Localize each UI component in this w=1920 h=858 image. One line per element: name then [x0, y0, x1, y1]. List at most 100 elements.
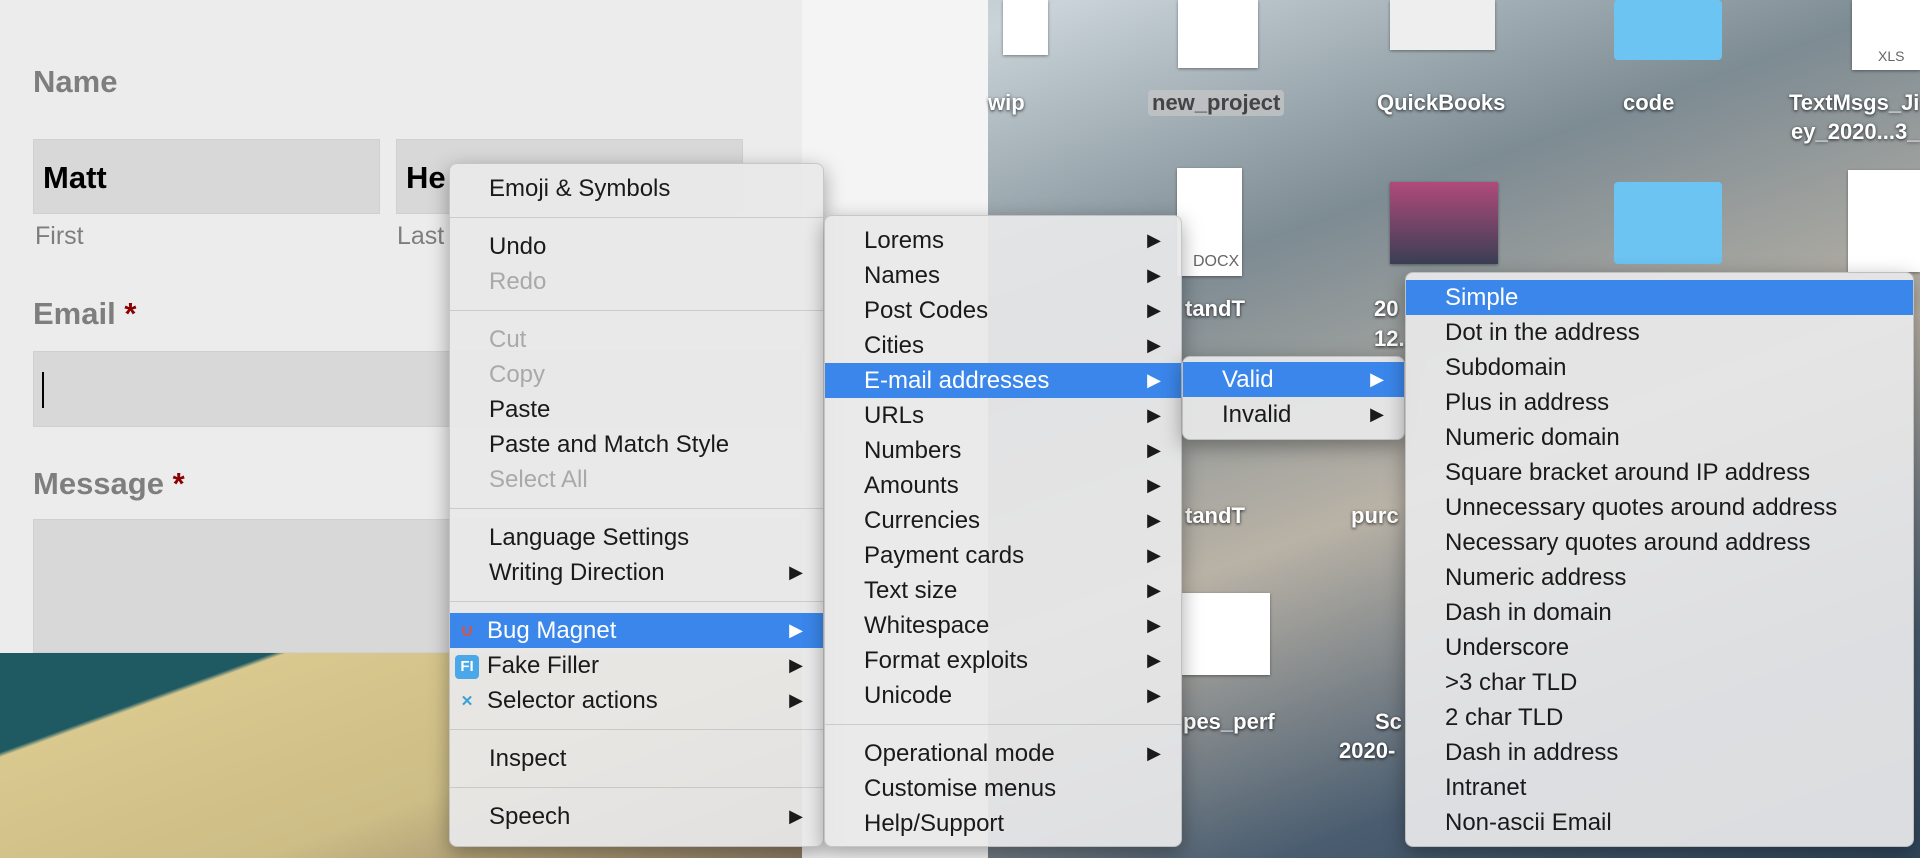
menu-item-customise-menus[interactable]: Customise menus: [825, 771, 1181, 806]
file-icon[interactable]: [1003, 0, 1048, 55]
desktop-label[interactable]: ey_2020...3_: [1791, 119, 1919, 145]
menu-item-format-exploits[interactable]: Format exploits ▶: [825, 643, 1181, 678]
file-icon[interactable]: [1390, 0, 1495, 50]
menu-item-names[interactable]: Names ▶: [825, 258, 1181, 293]
menu-item-bug-magnet[interactable]: U Bug Magnet ▶: [450, 613, 823, 648]
submenu-arrow-icon: ▶: [1147, 650, 1161, 670]
menu-item-redo[interactable]: Redo: [450, 264, 823, 299]
menu-item-post-codes[interactable]: Post Codes ▶: [825, 293, 1181, 328]
menu-item-emoji-symbols[interactable]: Emoji & Symbols: [450, 171, 823, 206]
required-mark: *: [124, 296, 137, 331]
menu-item-subdomain[interactable]: Subdomain: [1406, 350, 1913, 385]
menu-item-numbers[interactable]: Numbers ▶: [825, 433, 1181, 468]
desktop-label[interactable]: new_project: [1148, 90, 1285, 116]
menu-item-simple[interactable]: Simple: [1406, 280, 1913, 315]
desktop-label[interactable]: 2020-: [1339, 738, 1395, 764]
menu-item-label: Dash in address: [1445, 739, 1619, 766]
desktop-label[interactable]: TextMsgs_Ji: [1789, 90, 1919, 116]
menu-item-inspect[interactable]: Inspect: [450, 741, 823, 776]
menu-item-dash-in-address[interactable]: Dash in address: [1406, 735, 1913, 770]
menu-item-label: Speech: [489, 803, 571, 830]
menu-item-numeric-domain[interactable]: Numeric domain: [1406, 420, 1913, 455]
menu-item-plus-in-address[interactable]: Plus in address: [1406, 385, 1913, 420]
menu-item-whitespace[interactable]: Whitespace ▶: [825, 608, 1181, 643]
first-name-input[interactable]: Matt: [33, 139, 380, 214]
menu-item-undo[interactable]: Undo: [450, 229, 823, 264]
desktop-label[interactable]: code: [1623, 90, 1674, 116]
submenu-arrow-icon: ▶: [1147, 405, 1161, 425]
menu-item-amounts[interactable]: Amounts ▶: [825, 468, 1181, 503]
desktop-label[interactable]: wip: [988, 90, 1025, 116]
menu-item-label: Non-ascii Email: [1445, 809, 1612, 836]
menu-item-selector-actions[interactable]: ✕ Selector actions ▶: [450, 683, 823, 718]
message-label: Message: [33, 466, 164, 501]
menu-item-valid[interactable]: Valid ▶: [1183, 362, 1404, 397]
menu-item-language-settings[interactable]: Language Settings: [450, 520, 823, 555]
menu-item-cities[interactable]: Cities ▶: [825, 328, 1181, 363]
desktop-label[interactable]: pes_perf: [1183, 709, 1275, 735]
menu-item-operational-mode[interactable]: Operational mode ▶: [825, 736, 1181, 771]
submenu-arrow-icon: ▶: [1147, 545, 1161, 565]
menu-item-label: Fake Filler: [487, 652, 600, 679]
menu-item-label: Payment cards: [864, 542, 1025, 569]
menu-item-speech[interactable]: Speech ▶: [450, 799, 823, 834]
file-icon[interactable]: [1848, 170, 1920, 272]
desktop-label[interactable]: 12.: [1374, 326, 1405, 352]
desktop-label[interactable]: tandT: [1185, 296, 1245, 322]
menu-item-dot-in-the-address[interactable]: Dot in the address: [1406, 315, 1913, 350]
menu-item-select-all[interactable]: Select All: [450, 462, 823, 497]
menu-item-lorems[interactable]: Lorems ▶: [825, 223, 1181, 258]
file-icon[interactable]: [1182, 593, 1270, 675]
menu-item-label: Amounts: [864, 472, 959, 499]
desktop-label[interactable]: purc: [1351, 503, 1399, 529]
menu-item-underscore[interactable]: Underscore: [1406, 630, 1913, 665]
menu-item-2-char-tld[interactable]: 2 char TLD: [1406, 700, 1913, 735]
menu-item-label: Language Settings: [489, 524, 690, 551]
menu-item-label: Lorems: [864, 227, 945, 254]
menu-item-numeric-address[interactable]: Numeric address: [1406, 560, 1913, 595]
folder-icon[interactable]: [1614, 0, 1722, 60]
file-type-label: XLS: [1878, 48, 1905, 64]
menu-item-label: Cut: [489, 326, 527, 353]
menu-item-payment-cards[interactable]: Payment cards ▶: [825, 538, 1181, 573]
submenu-arrow-icon: ▶: [1370, 404, 1384, 424]
menu-item-intranet[interactable]: Intranet: [1406, 770, 1913, 805]
menu-item-cut[interactable]: Cut: [450, 322, 823, 357]
menu-item-help-support[interactable]: Help/Support: [825, 806, 1181, 841]
menu-item-necessary-quotes-around-address[interactable]: Necessary quotes around address: [1406, 525, 1913, 560]
desktop-label[interactable]: Sc: [1375, 709, 1402, 735]
menu-item-paste-and-match-style[interactable]: Paste and Match Style: [450, 427, 823, 462]
desktop-label[interactable]: tandT: [1185, 503, 1245, 529]
menu-item-unicode[interactable]: Unicode ▶: [825, 678, 1181, 713]
menu-separator: [450, 508, 823, 509]
menu-item-currencies[interactable]: Currencies ▶: [825, 503, 1181, 538]
menu-item-writing-direction[interactable]: Writing Direction ▶: [450, 555, 823, 590]
menu-item-label: Dot in the address: [1445, 319, 1640, 346]
menu-item-unnecessary-quotes-around-address[interactable]: Unnecessary quotes around address: [1406, 490, 1913, 525]
menu-item-text-size[interactable]: Text size ▶: [825, 573, 1181, 608]
menu-item-label: Operational mode: [864, 740, 1055, 767]
photo-file-icon[interactable]: [1390, 182, 1498, 264]
menu-item-square-bracket-around-ip-address[interactable]: Square bracket around IP address: [1406, 455, 1913, 490]
menu-item-fake-filler[interactable]: FI Fake Filler ▶: [450, 648, 823, 683]
fake-filler-icon: FI: [455, 654, 479, 679]
menu-item-3-char-tld[interactable]: >3 char TLD: [1406, 665, 1913, 700]
menu-item-urls[interactable]: URLs ▶: [825, 398, 1181, 433]
menu-item-label: Underscore: [1445, 634, 1570, 661]
menu-item-paste[interactable]: Paste: [450, 392, 823, 427]
menu-item-dash-in-domain[interactable]: Dash in domain: [1406, 595, 1913, 630]
menu-item-label: Undo: [489, 233, 547, 260]
folder-icon[interactable]: [1614, 182, 1722, 264]
menu-item-non-ascii-email[interactable]: Non-ascii Email: [1406, 805, 1913, 840]
submenu-arrow-icon: ▶: [1147, 685, 1161, 705]
desktop-label[interactable]: QuickBooks: [1377, 90, 1505, 116]
file-icon[interactable]: [1178, 0, 1258, 68]
desktop-label[interactable]: 20: [1374, 296, 1398, 322]
submenu-arrow-icon: ▶: [1147, 743, 1161, 763]
menu-item-copy[interactable]: Copy: [450, 357, 823, 392]
menu-item-e-mail-addresses[interactable]: E-mail addresses ▶: [825, 363, 1181, 398]
menu-item-label: Help/Support: [864, 810, 1005, 837]
submenu-arrow-icon: ▶: [1370, 369, 1384, 389]
menu-item-invalid[interactable]: Invalid ▶: [1183, 397, 1404, 432]
menu-item-label: Selector actions: [487, 687, 658, 714]
